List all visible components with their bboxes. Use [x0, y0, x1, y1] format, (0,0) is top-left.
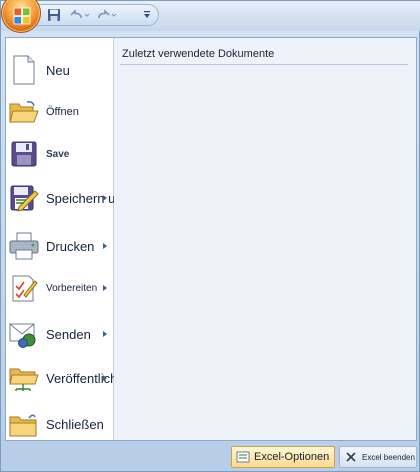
send-icon: [8, 318, 40, 350]
excel-options-label: Excel-Optionen: [254, 451, 330, 463]
save-icon[interactable]: [45, 6, 63, 24]
submenu-arrow-icon: [103, 375, 107, 381]
exit-excel-label: Excel beenden: [362, 452, 415, 462]
new-document-icon: [8, 54, 40, 86]
menu-item-label: Öffnen: [46, 106, 79, 118]
quick-access-toolbar: [1, 0, 420, 33]
save-icon: [8, 138, 40, 170]
recent-documents-divider: [120, 64, 408, 65]
close-icon: [344, 450, 358, 464]
menu-item-label: Vorbereiten: [46, 282, 98, 294]
office-menu-footer: Excel-Optionen Excel beenden: [5, 441, 417, 471]
publish-icon: [8, 362, 40, 394]
printer-icon: [8, 230, 40, 262]
recent-documents-pane: Zuletzt verwendete Dokumente: [114, 38, 416, 440]
submenu-arrow-icon: [103, 331, 107, 337]
submenu-arrow-icon: [103, 243, 107, 249]
menu-item-label: Drucken: [46, 238, 95, 254]
menu-item-save[interactable]: Save: [6, 132, 113, 176]
office-button[interactable]: [1, 0, 41, 33]
close-folder-icon: [8, 408, 40, 440]
office-menu: Neu Öffnen Save Speichern unter Drucken …: [5, 37, 417, 441]
menu-item-label: Schließen: [46, 416, 104, 432]
menu-item-new[interactable]: Neu: [6, 48, 113, 92]
menu-item-save-as[interactable]: Speichern unter: [6, 176, 138, 220]
customize-qat-icon[interactable]: [141, 6, 153, 24]
menu-item-close[interactable]: Schließen: [6, 402, 113, 446]
menu-item-send[interactable]: Senden: [6, 312, 113, 356]
office-menu-commands: Neu Öffnen Save Speichern unter Drucken …: [6, 38, 138, 440]
recent-documents-title: Zuletzt verwendete Dokumente: [122, 48, 275, 60]
excel-options-button[interactable]: Excel-Optionen: [231, 446, 335, 468]
menu-item-prepare[interactable]: Vorbereiten: [6, 266, 113, 310]
exit-excel-button[interactable]: Excel beenden: [339, 446, 417, 468]
redo-icon[interactable]: [95, 6, 119, 24]
open-folder-icon: [8, 96, 40, 128]
undo-icon[interactable]: [67, 6, 91, 24]
office-menu-window: Neu Öffnen Save Speichern unter Drucken …: [0, 0, 420, 472]
submenu-arrow-icon: [103, 195, 107, 201]
menu-item-label: Neu: [46, 62, 70, 78]
office-logo-icon: [13, 7, 31, 25]
menu-item-print[interactable]: Drucken: [6, 224, 113, 268]
menu-item-label: Senden: [46, 326, 91, 342]
submenu-arrow-icon: [103, 285, 107, 291]
menu-item-publish[interactable]: Veröffentlichen: [6, 356, 132, 400]
menu-item-open[interactable]: Öffnen: [6, 90, 113, 134]
prepare-icon: [8, 272, 40, 304]
options-icon: [236, 450, 250, 464]
save-as-icon: [8, 182, 40, 214]
menu-item-label: Save: [46, 148, 70, 160]
